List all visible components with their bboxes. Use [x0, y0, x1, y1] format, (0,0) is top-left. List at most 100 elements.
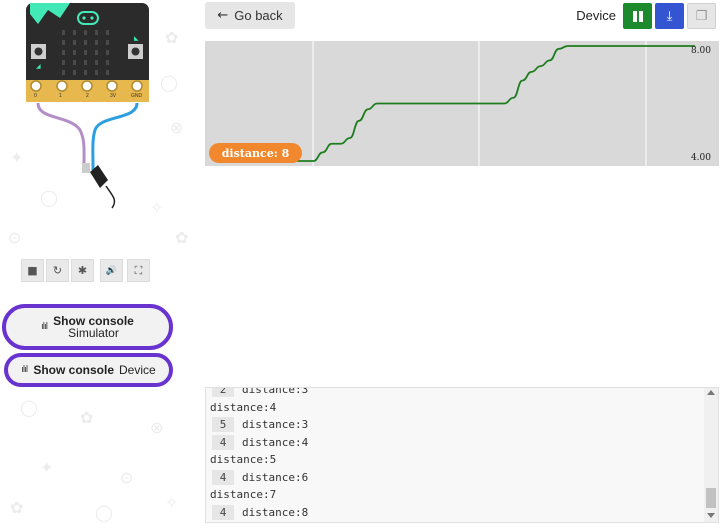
repeat-count-badge: 4: [212, 469, 234, 485]
pin-label: 3V: [110, 93, 117, 99]
led: [73, 40, 76, 45]
copy-icon: ❐: [695, 8, 708, 24]
led: [62, 30, 65, 35]
pause-icon: [632, 10, 643, 22]
arrow-left-icon: ←: [217, 8, 229, 23]
console-line-text: distance:4: [210, 400, 277, 414]
pin-label: 2: [86, 93, 89, 99]
fullscreen-icon: ⛶: [134, 263, 143, 277]
background-pattern-icon: ✦: [40, 458, 54, 477]
background-pattern-icon: ✿: [175, 228, 189, 247]
led: [95, 70, 98, 75]
led: [62, 60, 65, 65]
background-pattern-icon: ✿: [80, 408, 94, 427]
led: [106, 50, 109, 55]
led: [95, 60, 98, 65]
console-line: 4 distance:6: [206, 469, 701, 487]
console-line: 4 distance:4: [206, 434, 701, 452]
background-pattern-icon: ⊗: [150, 418, 164, 437]
repeat-count-badge: 4: [212, 434, 234, 450]
led: [106, 60, 109, 65]
led: [106, 70, 109, 75]
data-source-label: Device: [576, 8, 616, 23]
background-pattern-icon: ✧: [165, 493, 179, 512]
series-legend: distance: 8: [209, 143, 302, 163]
console-line-text: distance:8: [242, 505, 309, 519]
mute-button[interactable]: 🔊: [100, 259, 123, 282]
show-console-device-button[interactable]: ılıl Show console Device: [4, 353, 173, 387]
svg-text:◣: ◣: [134, 35, 139, 42]
stop-button[interactable]: ■: [21, 259, 44, 282]
show-console-simulator-button[interactable]: ılıl Show console Simulator: [2, 304, 173, 350]
led: [73, 70, 76, 75]
led: [62, 70, 65, 75]
svg-text:◢: ◢: [36, 63, 41, 70]
background-pattern-icon: ✿: [10, 498, 24, 517]
console-line: distance:5: [206, 451, 701, 469]
repeat-count-badge: 2: [212, 388, 234, 398]
led: [73, 30, 76, 35]
debug-icon: ✱: [77, 264, 88, 277]
console-line-text: distance:7: [210, 488, 277, 502]
console-scrollbar[interactable]: [704, 388, 718, 522]
debug-button[interactable]: ✱: [71, 259, 94, 282]
repeat-count-badge: 4: [212, 504, 234, 520]
pause-button[interactable]: [623, 3, 652, 29]
download-icon: ⤓: [666, 8, 673, 24]
copy-button[interactable]: ❐: [687, 3, 716, 29]
console-source-label: Simulator: [68, 326, 119, 340]
fullscreen-button[interactable]: ⛶: [127, 259, 150, 282]
led: [95, 40, 98, 45]
background-pattern-icon: ◯: [95, 503, 113, 522]
led: [84, 50, 87, 55]
console-line-text: distance:3: [242, 387, 309, 397]
console-line: distance:7: [206, 486, 701, 504]
console-line: 5 distance:3: [206, 416, 701, 434]
led: [84, 40, 87, 45]
console-line: distance:4: [206, 399, 701, 417]
repeat-count-badge: 5: [212, 417, 234, 433]
microbit-board[interactable]: ◢ ◣: [0, 0, 200, 215]
console-line-text: distance:3: [242, 418, 309, 432]
stop-icon: ■: [27, 264, 38, 277]
simulator-panel: ✿ ◯ ⊗ ✦ ◯ ✧ ✿ ⊙ ◯ ✿ ⊗ ✦ ⊙ ✿ ◯ ✧ ◢ ◣ 0 1 …: [0, 0, 200, 528]
pin-label: GND: [131, 93, 143, 99]
show-console-label: Show console: [33, 363, 114, 377]
led: [106, 30, 109, 35]
serial-console[interactable]: 2 distance:3 distance:4 5 distance:3 4 distanc…: [205, 387, 719, 523]
go-back-label: Go back: [234, 8, 283, 23]
restart-icon: ↻: [52, 264, 63, 277]
pin-label: 1: [59, 93, 62, 99]
background-pattern-icon: ⊙: [8, 228, 22, 247]
led: [73, 50, 76, 55]
y-tick-max: 8.00: [690, 46, 711, 56]
console-line-text: distance:6: [242, 470, 309, 484]
console-lines: 2 distance:3 distance:4 5 distance:3 4 distanc…: [206, 387, 701, 522]
restart-button[interactable]: ↻: [46, 259, 69, 282]
mute-icon: 🔊: [105, 265, 118, 276]
pin-labels: 0 1 2 3V GND: [26, 82, 149, 102]
background-pattern-icon: ◯: [20, 398, 38, 417]
console-line: 4 distance:8: [206, 504, 701, 522]
scroll-up-icon[interactable]: [707, 390, 715, 395]
scrollbar-thumb[interactable]: [706, 488, 716, 508]
y-tick-min: 4.00: [690, 153, 711, 163]
led: [62, 50, 65, 55]
led: [84, 70, 87, 75]
chart-bars-icon: ılıl: [41, 322, 48, 332]
go-back-button[interactable]: ← Go back: [205, 2, 295, 29]
console-line-text: distance:5: [210, 453, 277, 467]
series-line-distance: [250, 45, 695, 162]
scroll-down-icon[interactable]: [707, 513, 715, 518]
console-line-text: distance:4: [242, 435, 309, 449]
pin-label: 0: [34, 93, 37, 99]
led: [84, 60, 87, 65]
simulator-controls: ■ ↻ ✱ 🔊 ⛶: [21, 259, 153, 283]
led: [95, 50, 98, 55]
led: [84, 30, 87, 35]
console-source-label: Device: [119, 363, 156, 377]
chart-bars-icon: ılıl: [21, 365, 28, 375]
background-pattern-icon: ⊙: [120, 468, 134, 487]
led: [73, 60, 76, 65]
download-button[interactable]: ⤓: [655, 3, 684, 29]
